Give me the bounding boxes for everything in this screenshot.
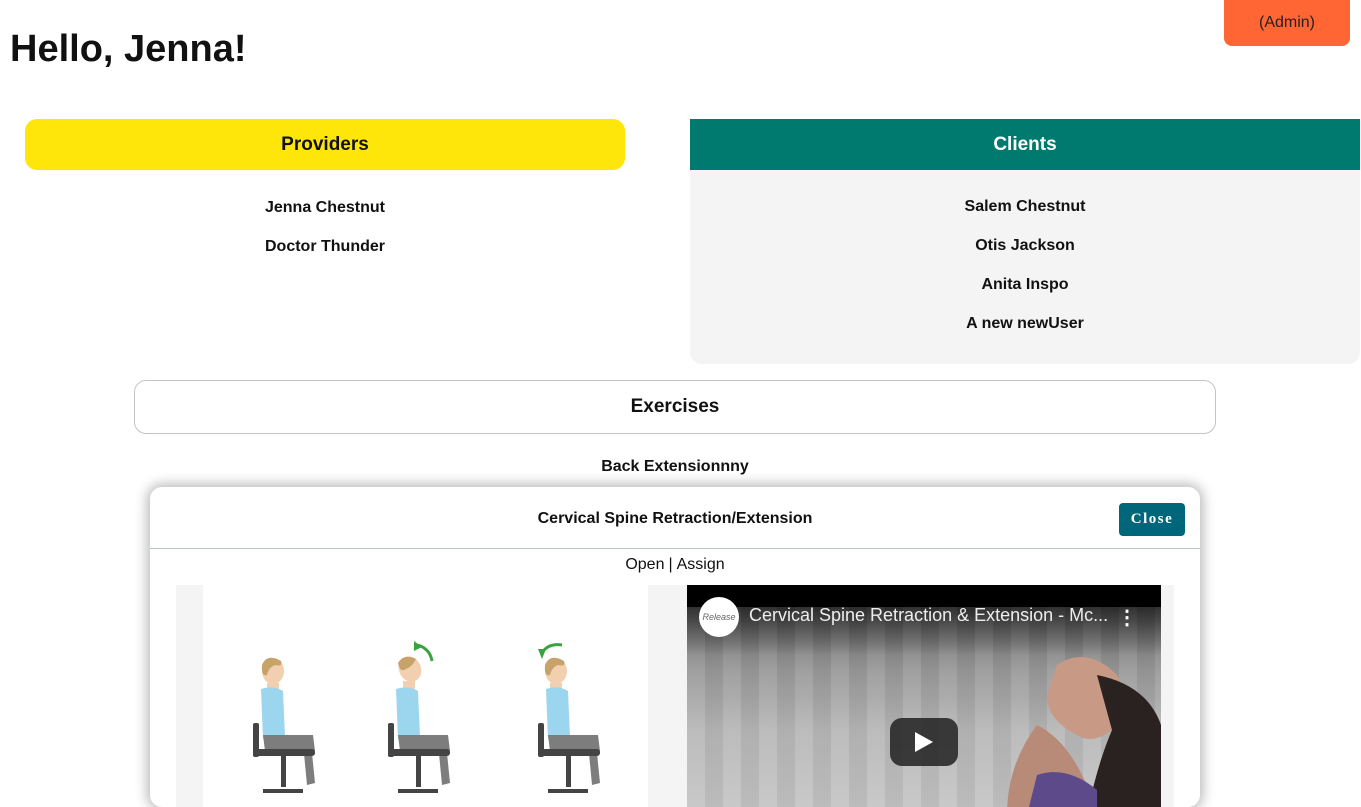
clients-panel: Clients Salem Chestnut Otis Jackson Anit… — [690, 119, 1360, 364]
exercise-image-panel — [176, 585, 648, 807]
client-item[interactable]: Salem Chestnut — [690, 187, 1360, 226]
provider-item[interactable]: Jenna Chestnut — [25, 188, 625, 227]
link-separator: | — [668, 556, 673, 573]
seated-figure-extension — [388, 641, 450, 793]
close-button[interactable]: Close — [1119, 503, 1185, 536]
video-player[interactable]: Release Cervical Spine Retraction & Exte… — [687, 585, 1161, 807]
client-item[interactable]: Otis Jackson — [690, 226, 1360, 265]
video-title[interactable]: Cervical Spine Retraction & Extension - … — [749, 605, 1109, 629]
exercise-illustration — [203, 585, 648, 807]
modal-title: Cervical Spine Retraction/Extension — [537, 510, 813, 527]
exercises-header[interactable]: Exercises — [134, 380, 1216, 434]
provider-item[interactable]: Doctor Thunder — [25, 227, 625, 266]
menu-dots-icon[interactable]: ⋮ — [1117, 607, 1137, 629]
clients-header[interactable]: Clients — [690, 119, 1360, 170]
assign-link[interactable]: Assign — [677, 556, 725, 574]
client-item[interactable]: Anita Inspo — [690, 265, 1360, 304]
exercise-modal: Cervical Spine Retraction/Extension Clos… — [150, 487, 1200, 807]
play-icon[interactable] — [890, 718, 958, 766]
clients-list: Salem Chestnut Otis Jackson Anita Inspo … — [690, 170, 1360, 343]
open-link[interactable]: Open — [625, 556, 664, 574]
providers-list: Jenna Chestnut Doctor Thunder — [25, 188, 625, 266]
channel-logo[interactable]: Release — [699, 597, 739, 637]
admin-button[interactable]: (Admin) — [1224, 0, 1350, 46]
client-item[interactable]: A new newUser — [690, 304, 1360, 343]
modal-actions: Open | Assign — [150, 555, 1200, 575]
providers-header[interactable]: Providers — [25, 119, 625, 170]
seated-figure-neutral — [253, 657, 315, 793]
seated-figure-retraction — [538, 643, 600, 793]
video-panel: Release Cervical Spine Retraction & Exte… — [648, 585, 1174, 807]
exercise-item[interactable]: Back Extensionnny — [134, 456, 1216, 478]
page-title: Hello, Jenna! — [10, 28, 247, 70]
